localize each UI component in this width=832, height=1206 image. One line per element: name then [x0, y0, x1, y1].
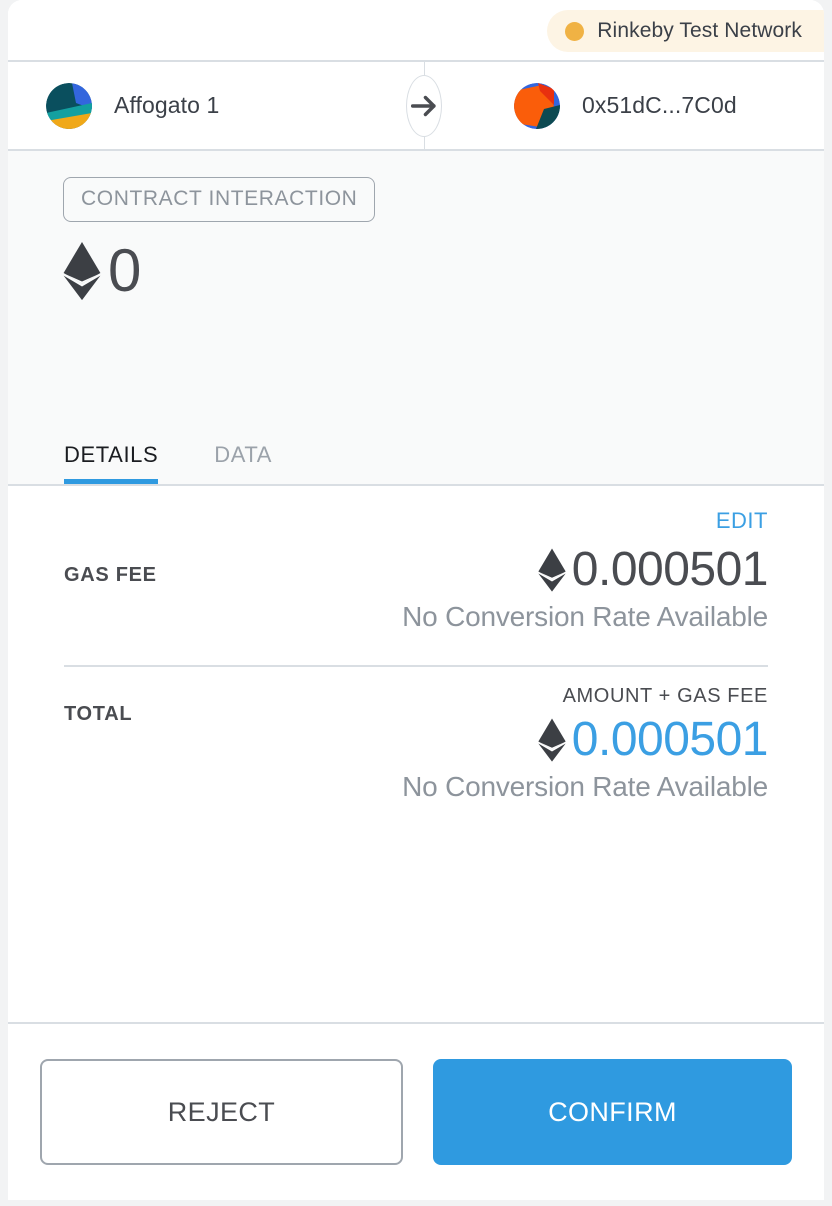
gas-fee-row: GAS FEE 0.000501 No Conversion Rate Avai — [64, 534, 769, 633]
extension-card: Rinkeby Test Network Affogato 1 0x51dC..… — [8, 0, 824, 1200]
gas-fee-label: GAS FEE — [64, 564, 157, 586]
jazzicon-sender — [46, 82, 92, 129]
recipient-party[interactable]: 0x51dC...7C0d — [416, 82, 824, 129]
edit-row: EDIT — [64, 486, 768, 534]
amount-value: 0 — [108, 237, 141, 304]
action-footer: REJECT CONFIRM — [8, 1022, 824, 1200]
arrow-right-icon — [406, 74, 442, 137]
gas-fee-amount: 0.000501 — [402, 543, 769, 596]
tab-data[interactable]: DATA — [214, 442, 272, 484]
details-panel: EDIT GAS FEE 0.000501 No Conversion Rate… — [8, 484, 824, 1022]
transfer-parties-row: Affogato 1 0x51dC...7C0d — [8, 62, 824, 151]
badge-area: CONTRACT INTERACTION — [8, 151, 824, 222]
sender-party[interactable]: Affogato 1 — [8, 82, 416, 129]
total-label: TOTAL — [64, 703, 133, 725]
network-name: Rinkeby Test Network — [597, 19, 802, 42]
ethereum-icon — [60, 240, 104, 302]
jazzicon-recipient — [514, 82, 560, 129]
recipient-address: 0x51dC...7C0d — [582, 92, 737, 118]
total-amount: 0.000501 — [402, 713, 769, 766]
reject-button[interactable]: REJECT — [40, 1059, 403, 1165]
confirm-button[interactable]: CONFIRM — [433, 1059, 792, 1165]
gas-fee-value: 0.000501 — [571, 543, 769, 596]
tab-bar: DETAILS DATA — [8, 414, 824, 484]
tab-details[interactable]: DETAILS — [64, 442, 159, 484]
network-bar: Rinkeby Test Network — [8, 0, 824, 62]
gas-fee-conversion-note: No Conversion Rate Available — [402, 601, 768, 632]
transaction-amount: 0 — [8, 222, 824, 302]
total-row: TOTAL AMOUNT + GAS FEE 0.000501 No Conve… — [64, 667, 769, 803]
edit-gas-button[interactable]: EDIT — [716, 508, 768, 534]
gas-fee-values: 0.000501 No Conversion Rate Available — [402, 546, 768, 633]
sender-name: Affogato 1 — [114, 92, 220, 118]
status-dot-icon — [565, 21, 585, 41]
ethereum-icon — [536, 717, 568, 763]
total-conversion-note: No Conversion Rate Available — [402, 771, 768, 802]
transaction-type-badge: CONTRACT INTERACTION — [63, 177, 376, 222]
total-values: AMOUNT + GAS FEE 0.000501 No Conversion … — [402, 685, 768, 803]
ethereum-icon — [536, 547, 568, 593]
metamask-confirm-window: Rinkeby Test Network Affogato 1 0x51dC..… — [0, 0, 832, 1206]
transaction-summary: CONTRACT INTERACTION 0 DETAILS DATA — [8, 151, 824, 484]
network-indicator[interactable]: Rinkeby Test Network — [547, 10, 824, 52]
total-value: 0.000501 — [571, 713, 769, 766]
total-breakdown-label: AMOUNT + GAS FEE — [562, 685, 768, 707]
